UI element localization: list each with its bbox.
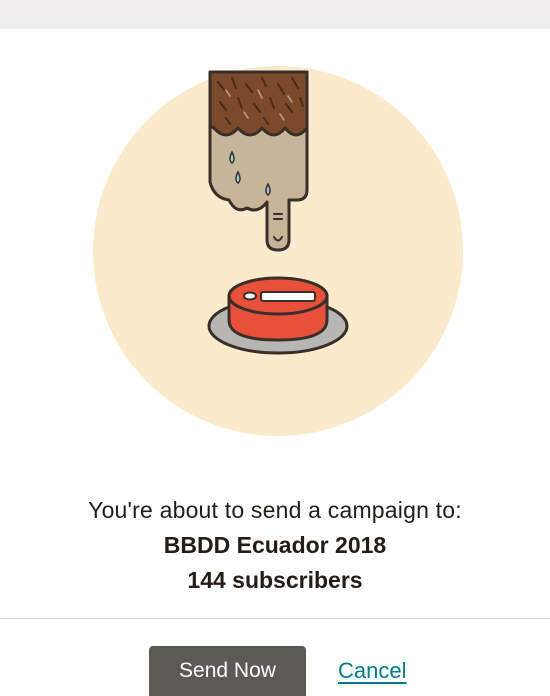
finger-pressing-red-button-icon [207, 70, 349, 355]
finger-icon [208, 70, 309, 252]
audience-name: BBDD Ecuador 2018 [163, 532, 387, 558]
red-button-icon [207, 276, 349, 355]
footer-divider [0, 618, 550, 619]
send-confirmation-intro: You're about to send a campaign to: [88, 497, 462, 523]
subscriber-count: 144 subscribers [187, 567, 363, 593]
cancel-link[interactable]: Cancel [338, 656, 406, 686]
